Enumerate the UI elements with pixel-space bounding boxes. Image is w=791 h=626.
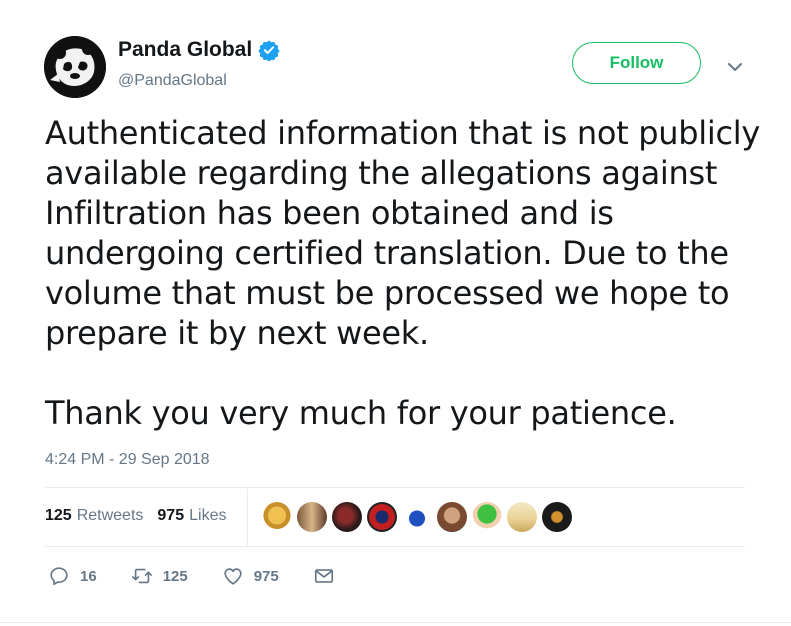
reply-button[interactable]: 16 xyxy=(48,565,97,587)
liker-avatars xyxy=(262,502,572,532)
liker-avatar[interactable] xyxy=(472,502,502,532)
verified-badge-icon xyxy=(258,39,280,62)
liker-avatar[interactable] xyxy=(402,502,432,532)
stats-separator xyxy=(247,489,248,546)
reply-count: 16 xyxy=(80,567,97,585)
divider xyxy=(45,487,745,488)
retweet-icon xyxy=(131,568,152,584)
retweet-button[interactable]: 125 xyxy=(131,565,188,587)
liker-avatar[interactable] xyxy=(507,502,537,532)
liker-avatar[interactable] xyxy=(262,502,292,532)
envelope-icon xyxy=(314,569,333,583)
likes-count: 975 xyxy=(157,507,185,524)
liker-avatar[interactable] xyxy=(367,502,397,532)
reply-icon xyxy=(50,567,68,586)
retweet-count: 125 xyxy=(162,567,188,585)
author-name-row[interactable]: Panda Global xyxy=(118,38,280,62)
tweet-timestamp[interactable]: 4:24 PM - 29 Sep 2018 xyxy=(45,451,210,469)
retweets-count: 125 xyxy=(45,507,72,524)
like-count: 975 xyxy=(253,567,279,585)
likes-stat[interactable]: 975 Likes xyxy=(157,507,226,525)
like-button[interactable]: 975 xyxy=(222,565,279,587)
heart-icon xyxy=(224,568,242,585)
divider xyxy=(45,546,745,547)
retweets-label: Retweets xyxy=(76,507,144,524)
chevron-down-icon[interactable] xyxy=(726,58,744,76)
liker-avatar[interactable] xyxy=(332,502,362,532)
liker-avatar[interactable] xyxy=(542,502,572,532)
author-display-name[interactable]: Panda Global xyxy=(118,38,252,62)
liker-avatar[interactable] xyxy=(297,502,327,532)
likes-label: Likes xyxy=(189,507,227,524)
tweet-text: Authenticated information that is not pu… xyxy=(45,114,760,432)
tweet-actions: 16 125 975 xyxy=(48,565,369,587)
avatar[interactable] xyxy=(44,36,106,98)
author-handle[interactable]: @PandaGlobal xyxy=(118,72,227,90)
panda-logo-icon xyxy=(44,36,106,98)
direct-message-button[interactable] xyxy=(313,565,335,587)
bottom-border xyxy=(0,622,791,623)
retweets-stat[interactable]: 125 Retweets xyxy=(45,507,143,525)
follow-button[interactable]: Follow xyxy=(572,42,701,84)
tweet-stats: 125 Retweets 975 Likes xyxy=(45,507,240,525)
liker-avatar[interactable] xyxy=(437,502,467,532)
